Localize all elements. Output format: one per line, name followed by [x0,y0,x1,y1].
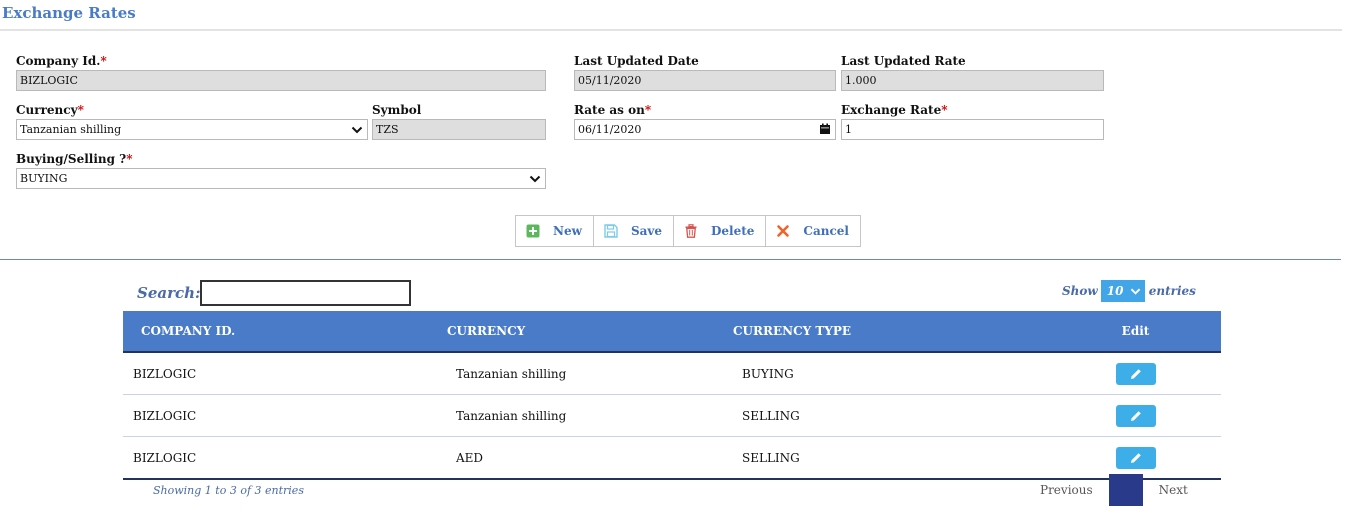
last-updated-date-field[interactable]: 05/11/2020 [574,70,836,91]
buying-selling-value: BUYING [20,172,68,185]
entries-length-value: 10 [1106,284,1124,298]
new-button[interactable]: New [516,216,594,246]
cell-currency: Tanzanian shilling [446,352,732,395]
next-page-button[interactable]: Next [1151,483,1196,497]
show-label: Show [1062,284,1098,298]
chevron-down-icon [529,175,541,183]
cell-currency-type: BUYING [732,352,1050,395]
chevron-down-icon [351,126,363,134]
currency-select-value: Tanzanian shilling [20,123,122,136]
cancel-button-label: Cancel [803,224,849,238]
cell-currency-type: SELLING [732,436,1050,480]
close-icon [777,225,790,237]
company-id-label: Company Id.* [16,54,107,68]
cell-edit [1050,394,1221,437]
rate-as-on-value: 06/11/2020 [578,123,642,136]
rate-as-on-label: Rate as on* [574,103,652,117]
page-1-button[interactable]: 1 [1108,474,1143,506]
edit-button[interactable] [1115,446,1156,469]
entries-length-control: Show 10 entries [1062,280,1196,302]
cell-edit [1050,436,1221,480]
entries-label: entries [1148,284,1196,298]
save-button-label: Save [630,224,662,238]
cell-edit [1050,352,1221,395]
calendar-icon[interactable] [819,123,831,135]
action-toolbar: New Save Delete Cancel [515,215,861,247]
cell-company-id: BIZLOGIC [123,436,446,480]
exchange-rate-label: Exchange Rate* [841,103,948,117]
delete-button-label: Delete [711,224,755,238]
column-header-company-id[interactable]: COMPANY ID. [123,311,446,353]
save-button[interactable]: Save [594,216,674,246]
pencil-icon [1130,368,1141,379]
table-row: BIZLOGIC AED SELLING [123,436,1221,480]
table-row: BIZLOGIC Tanzanian shilling BUYING [123,352,1221,395]
cell-currency: AED [446,436,732,480]
buying-selling-label: Buying/Selling ?* [16,152,133,166]
title-divider [0,29,1342,31]
rate-as-on-date-input[interactable]: 06/11/2020 [574,119,836,140]
cancel-button[interactable]: Cancel [766,216,860,246]
table-info: Showing 1 to 3 of 3 entries [153,484,304,497]
chevron-down-icon [1130,288,1141,295]
search-label: Search: [137,284,201,302]
page-title: Exchange Rates [2,4,136,22]
symbol-label: Symbol [372,103,422,117]
last-updated-rate-label: Last Updated Rate [841,54,966,68]
entries-length-select[interactable]: 10 [1100,280,1145,302]
last-updated-date-label: Last Updated Date [574,54,699,68]
symbol-field[interactable]: TZS [372,119,546,140]
plus-square-icon [526,224,540,238]
cell-company-id: BIZLOGIC [123,394,446,437]
column-header-currency-type[interactable]: CURRENCY TYPE [732,311,1050,353]
edit-button[interactable] [1115,404,1156,427]
cell-currency: Tanzanian shilling [446,394,732,437]
cell-company-id: BIZLOGIC [123,352,446,395]
trash-icon [685,224,697,238]
delete-button[interactable]: Delete [674,216,767,246]
company-id-field[interactable]: BIZLOGIC [16,70,546,91]
column-header-edit: Edit [1050,311,1221,353]
cell-currency-type: SELLING [732,394,1050,437]
floppy-disk-icon [604,224,618,238]
section-divider [0,259,1341,260]
table-header-row: COMPANY ID. CURRENCY CURRENCY TYPE Edit [123,311,1221,353]
search-input[interactable] [200,280,411,306]
column-header-currency[interactable]: CURRENCY [446,311,732,353]
previous-page-button[interactable]: Previous [1032,483,1101,497]
currency-label: Currency* [16,103,84,117]
new-button-label: New [553,224,582,238]
table-row: BIZLOGIC Tanzanian shilling SELLING [123,394,1221,437]
pencil-icon [1130,452,1141,463]
buying-selling-select[interactable]: BUYING [16,168,546,189]
currency-select[interactable]: Tanzanian shilling [16,119,368,140]
exchange-rates-table: COMPANY ID. CURRENCY CURRENCY TYPE Edit … [123,311,1221,480]
pencil-icon [1130,410,1141,421]
edit-button[interactable] [1115,362,1156,385]
last-updated-rate-field[interactable]: 1.000 [841,70,1104,91]
exchange-rate-input[interactable]: 1 [841,119,1104,140]
pagination: Previous 1 Next [1032,474,1196,506]
